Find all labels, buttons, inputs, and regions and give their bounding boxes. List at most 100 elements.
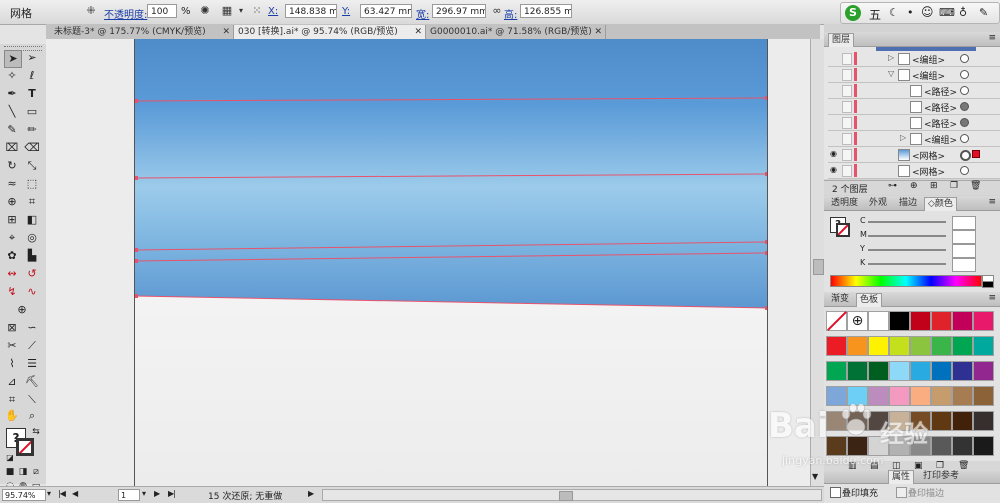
- align-grid-icon[interactable]: ▦: [220, 4, 234, 18]
- gradient-icon[interactable]: ◧: [24, 212, 40, 228]
- width-input[interactable]: 296.97 mm: [432, 4, 486, 18]
- tab-swatches[interactable]: 色板: [856, 293, 883, 307]
- artboard[interactable]: [134, 39, 768, 486]
- eye-icon[interactable]: ◉: [830, 166, 838, 174]
- clipping-mask-icon[interactable]: ⊕: [910, 181, 918, 191]
- shirt-icon[interactable]: ♁: [959, 6, 967, 19]
- swatch-cell[interactable]: [931, 336, 952, 356]
- layer-row[interactable]: ◉ <网格>: [828, 163, 1000, 179]
- swatch-cell[interactable]: [889, 336, 910, 356]
- layer-name[interactable]: <路径>: [924, 85, 957, 98]
- height-label[interactable]: 高:: [504, 6, 517, 21]
- rectangle-icon[interactable]: ▭: [24, 104, 40, 120]
- tab-color[interactable]: ◇颜色: [924, 197, 957, 211]
- eraser-icon[interactable]: ⌫: [24, 140, 40, 156]
- eyedropper-icon[interactable]: ⌖: [4, 230, 20, 246]
- knife-icon[interactable]: ⟋: [24, 338, 40, 354]
- symbol-sprayer-icon[interactable]: ✿: [4, 248, 20, 264]
- ime-logo-icon[interactable]: S: [845, 5, 861, 21]
- blob-brush-icon[interactable]: ⌧: [4, 140, 20, 156]
- twirl-icon[interactable]: ▷: [888, 53, 894, 62]
- layer-row[interactable]: <路径>: [828, 99, 1000, 115]
- color-spectrum-bar[interactable]: [830, 275, 982, 287]
- panel-menu-icon[interactable]: ≡: [988, 293, 996, 303]
- live-paint-icon[interactable]: ⛏: [24, 374, 40, 390]
- column-graph-icon[interactable]: ▙: [24, 248, 40, 264]
- layer-name[interactable]: <网格>: [912, 149, 945, 162]
- new-sublayer-icon[interactable]: ⊞: [930, 181, 938, 191]
- layer-name[interactable]: <网格>: [912, 165, 945, 178]
- height-input[interactable]: 126.855 mm: [520, 4, 572, 18]
- channel-k-slider[interactable]: [868, 263, 946, 265]
- layer-row[interactable]: ▷ <编组>: [828, 131, 1000, 147]
- lock-toggle[interactable]: [842, 117, 852, 129]
- swap-fill-stroke-icon[interactable]: ⇆: [28, 424, 44, 440]
- swatch-cell[interactable]: [973, 336, 994, 356]
- layer-name[interactable]: <编组>: [912, 53, 945, 66]
- layer-name[interactable]: <编组>: [912, 69, 945, 82]
- scroll-thumb[interactable]: [559, 491, 573, 501]
- pen-icon[interactable]: ✒: [4, 86, 20, 102]
- paintbrush-icon[interactable]: ✎: [4, 122, 20, 138]
- swatch-cell[interactable]: [931, 311, 952, 331]
- rotate-icon[interactable]: ↻: [4, 158, 20, 174]
- smiley-icon[interactable]: ☺: [921, 5, 934, 19]
- target-icon[interactable]: [960, 166, 969, 175]
- target-icon[interactable]: [960, 102, 969, 111]
- delete-layer-icon[interactable]: 🗑: [970, 181, 981, 191]
- scissors-icon[interactable]: ✂: [4, 338, 20, 354]
- swatch-cell[interactable]: [910, 336, 931, 356]
- swatch-cell[interactable]: [847, 336, 868, 356]
- twist-icon[interactable]: ↯: [4, 284, 20, 300]
- mesh-point[interactable]: [765, 251, 767, 255]
- lock-toggle[interactable]: [842, 85, 852, 97]
- mesh-point[interactable]: [135, 99, 138, 103]
- mesh-point[interactable]: [765, 172, 767, 176]
- lock-toggle[interactable]: [842, 149, 852, 161]
- wrench-icon[interactable]: ✎: [979, 6, 988, 19]
- swatch-cell[interactable]: [973, 311, 994, 331]
- slice-icon[interactable]: ∽: [24, 320, 40, 336]
- layer-row[interactable]: ◉ <网格>: [828, 147, 1000, 163]
- mesh-point[interactable]: [135, 294, 138, 298]
- swatch-cell[interactable]: [931, 361, 952, 381]
- target-icon[interactable]: [960, 118, 969, 127]
- warp-icon[interactable]: ≈: [4, 176, 20, 192]
- page-dropdown-icon[interactable]: ▾: [142, 489, 146, 498]
- first-page-icon[interactable]: |◀: [58, 489, 66, 498]
- magic-wand-icon[interactable]: ✧: [4, 68, 20, 84]
- layer-name[interactable]: <路径>: [924, 101, 957, 114]
- tab-stroke[interactable]: 描边: [896, 197, 920, 210]
- pencil-icon[interactable]: ✏: [24, 122, 40, 138]
- visibility-toggle[interactable]: [830, 70, 838, 78]
- globe-icon[interactable]: ⊕: [14, 302, 30, 318]
- swatch-cell[interactable]: [973, 411, 994, 431]
- swatch-cell[interactable]: [889, 361, 910, 381]
- tab-g0000010[interactable]: G0000010.ai* @ 71.58% (RGB/预览) ✕: [426, 25, 606, 39]
- zoom-icon[interactable]: ⌕: [24, 408, 40, 424]
- eye-icon[interactable]: ◉: [830, 150, 838, 158]
- free-transform-icon[interactable]: ⬚: [24, 176, 40, 192]
- close-icon[interactable]: ✕: [414, 25, 422, 39]
- direct-selection-icon[interactable]: ➢: [24, 50, 40, 66]
- zigzag-icon[interactable]: ⌇: [4, 356, 20, 372]
- swatch-cell[interactable]: [910, 311, 931, 331]
- tab-030-convert[interactable]: 030 [转换].ai* @ 95.74% (RGB/预览) ✕: [234, 25, 426, 39]
- lock-toggle[interactable]: [842, 165, 852, 177]
- y-input[interactable]: 63.427 mm: [360, 4, 412, 18]
- locate-object-icon[interactable]: ⊶: [888, 181, 897, 191]
- spectrum-black[interactable]: [982, 281, 994, 288]
- reference-point-icon[interactable]: ⁙: [250, 4, 264, 18]
- close-icon[interactable]: ✕: [222, 25, 230, 39]
- layer-row[interactable]: ▽ <编组>: [828, 67, 1000, 83]
- swatch-cell[interactable]: [847, 361, 868, 381]
- swatch-cell[interactable]: [973, 386, 994, 406]
- page-field[interactable]: 1: [118, 489, 140, 501]
- lock-toggle[interactable]: [842, 69, 852, 81]
- swatch-cell[interactable]: [952, 361, 973, 381]
- knife-alt-icon[interactable]: ⟍: [24, 392, 40, 408]
- width-tool-icon[interactable]: ↭: [4, 266, 20, 282]
- artboard-icon[interactable]: ⊠: [4, 320, 20, 336]
- channel-c-slider[interactable]: [868, 221, 946, 223]
- dropdown-arrow-icon[interactable]: ▾: [234, 4, 248, 18]
